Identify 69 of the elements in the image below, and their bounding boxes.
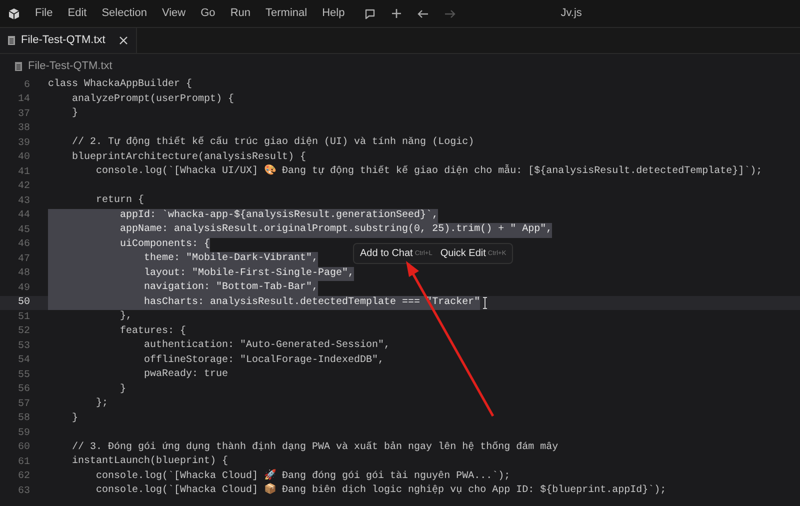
line-number: 46 (16, 238, 30, 252)
code-line: console.log(`[Whacka Cloud] 📦 Đang biên dịch logic nghiệp vụ cho App ID: ${blueprint.appId}`); (95, 484, 666, 498)
file-icon (8, 36, 15, 45)
code-line: // 3. Đóng gói ứng dụng thành định dạng PWA và xuất bản ngay lên hệ thống đám mây (71, 440, 558, 454)
line-number: 61 (16, 456, 30, 470)
line-number: 41 (16, 166, 30, 180)
line-number: 37 (16, 108, 30, 122)
code-line: } (119, 382, 126, 396)
code-line: analyzePrompt(userPrompt) { (71, 92, 234, 106)
code-line: } (71, 107, 78, 121)
line-number: 40 (16, 151, 30, 166)
code-line: pwaReady: true (143, 368, 228, 382)
line-number: 48 (16, 267, 30, 282)
back-arrow-icon[interactable] (416, 8, 429, 18)
line-number: 14 (16, 93, 30, 108)
code-line: instantLaunch(blueprint) { (71, 455, 228, 469)
file-icon (15, 62, 22, 70)
line-number: 49 (16, 282, 30, 296)
line-number: 55 (16, 368, 30, 383)
line-number: 53 (16, 340, 30, 354)
menu-item[interactable]: Selection (102, 5, 147, 22)
code-line: return { (95, 194, 144, 208)
line-number: 39 (16, 136, 30, 151)
code-line: offlineStorage: "LocalForage-IndexedDB", (143, 354, 384, 368)
close-icon[interactable] (119, 36, 128, 45)
editor-tab[interactable]: File-Test-QTM.txt (0, 28, 138, 53)
code-line: } (71, 412, 78, 426)
menu-item[interactable]: Edit (68, 5, 87, 22)
code-line: console.log(`[Whacka Cloud] 🚀 Đang đóng gói gói tài nguyên PWA...`); (95, 470, 510, 483)
tab-label: File-Test-QTM.txt (21, 33, 106, 48)
menu-item[interactable]: Run (230, 5, 250, 22)
code-line: }; (95, 397, 108, 411)
menu-item[interactable]: Help (322, 5, 345, 22)
line-number: 56 (16, 383, 30, 398)
code-line: authentication: "Auto-Generated-Session", (143, 339, 390, 353)
breadcrumb[interactable]: File-Test-QTM.txt (28, 58, 112, 74)
line-number: 57 (16, 398, 30, 412)
line-number: 43 (16, 194, 30, 209)
menu-item[interactable]: File (35, 5, 53, 22)
line-number: 38 (16, 122, 30, 136)
code-line: }, (119, 310, 132, 324)
line-number: 63 (16, 484, 30, 499)
line-number: 50 (16, 296, 30, 310)
line-number: 6 (22, 78, 30, 93)
app-logo-icon (8, 8, 20, 20)
line-number: 51 (16, 310, 30, 325)
forward-arrow-icon[interactable] (444, 8, 456, 18)
code-line: // 2. Tự động thiết kế cấu trúc giao diện (UI) và tính năng (Logic) (71, 136, 474, 150)
line-number: 60 (16, 441, 30, 456)
chat-icon[interactable] (364, 8, 376, 20)
menu-item[interactable]: Go (200, 5, 216, 22)
line-number: 54 (16, 354, 30, 368)
window-title: Jv.js (560, 6, 582, 22)
line-number: 44 (16, 209, 30, 224)
code-line: class WhackaAppBuilder { (48, 78, 192, 92)
code-line: blueprintArchitecture(analysisResult) { (71, 150, 306, 164)
code-line: console.log(`[Whacka UI/UX] 🎨 Đang tự động thiết kế giao diện cho mẫu: [${analysisResult.detectedTemplate}]`); (95, 165, 762, 179)
line-number: 52 (16, 325, 30, 340)
line-number: 47 (16, 252, 30, 267)
code-line: features: { (119, 324, 186, 338)
line-number: 62 (16, 470, 30, 484)
plus-icon[interactable] (390, 8, 402, 19)
menu-item[interactable]: View (162, 5, 186, 22)
menu-item[interactable]: Terminal (266, 5, 308, 22)
text-cursor-icon (482, 296, 488, 309)
line-number: 45 (16, 224, 30, 238)
line-number: 58 (16, 412, 30, 426)
line-number: 59 (16, 426, 30, 441)
line-number: 42 (16, 180, 30, 194)
